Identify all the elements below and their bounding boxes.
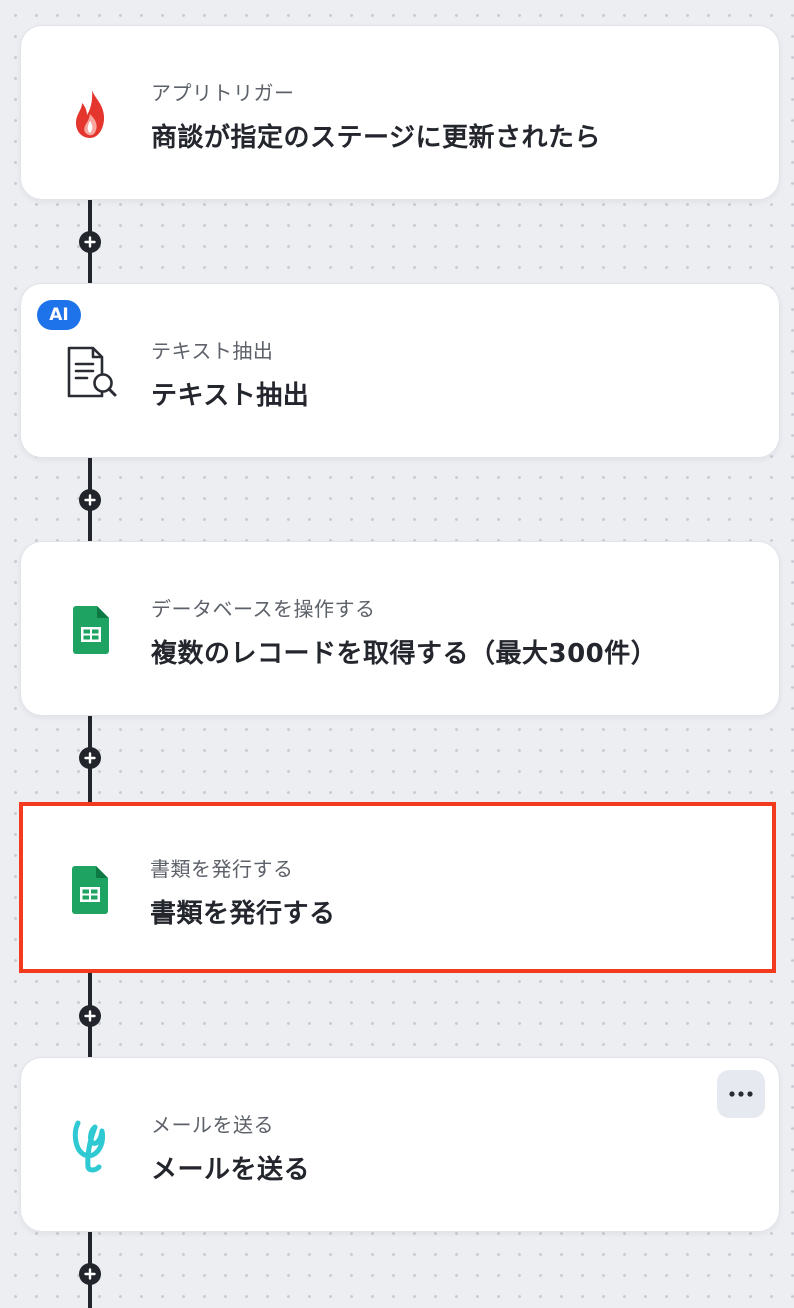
step-title: 書類を発行する xyxy=(150,899,336,929)
step-app-label: データベースを操作する xyxy=(151,597,376,621)
step-app-label: アプリトリガー xyxy=(151,81,295,105)
more-options-button[interactable] xyxy=(717,1070,765,1118)
plus-icon xyxy=(84,752,96,764)
add-step-button[interactable] xyxy=(79,1263,101,1285)
add-step-button[interactable] xyxy=(79,1005,101,1027)
step-title: テキスト抽出 xyxy=(151,381,310,411)
step-card-database[interactable]: データベースを操作する 複数のレコードを取得する（最大300件） xyxy=(20,541,780,716)
step-title: 商談が指定のステージに更新されたら xyxy=(151,123,601,153)
add-step-button[interactable] xyxy=(79,231,101,253)
mail-app-icon xyxy=(61,1116,121,1176)
document-search-icon xyxy=(61,342,121,402)
step-card-send-mail[interactable]: メールを送る メールを送る xyxy=(20,1057,780,1232)
step-app-label: テキスト抽出 xyxy=(151,339,274,363)
plus-icon xyxy=(84,236,96,248)
step-app-label: メールを送る xyxy=(151,1113,274,1137)
ai-badge: AI xyxy=(37,300,81,330)
step-title: 複数のレコードを取得する（最大300件） xyxy=(151,639,658,669)
plus-icon xyxy=(84,494,96,506)
step-card-trigger[interactable]: アプリトリガー 商談が指定のステージに更新されたら xyxy=(20,25,780,200)
more-icon xyxy=(729,1091,753,1097)
google-sheets-icon xyxy=(61,600,121,660)
google-sheets-icon xyxy=(60,860,120,920)
plus-icon xyxy=(84,1010,96,1022)
step-card-issue-document[interactable]: 書類を発行する 書類を発行する xyxy=(19,802,776,973)
step-card-text-extraction[interactable]: AI テキスト抽出 テキスト抽出 xyxy=(20,283,780,458)
add-step-button[interactable] xyxy=(79,747,101,769)
add-step-button[interactable] xyxy=(79,489,101,511)
step-app-label: 書類を発行する xyxy=(150,857,294,881)
flame-icon xyxy=(61,84,121,144)
step-title: メールを送る xyxy=(151,1155,311,1185)
plus-icon xyxy=(84,1268,96,1280)
